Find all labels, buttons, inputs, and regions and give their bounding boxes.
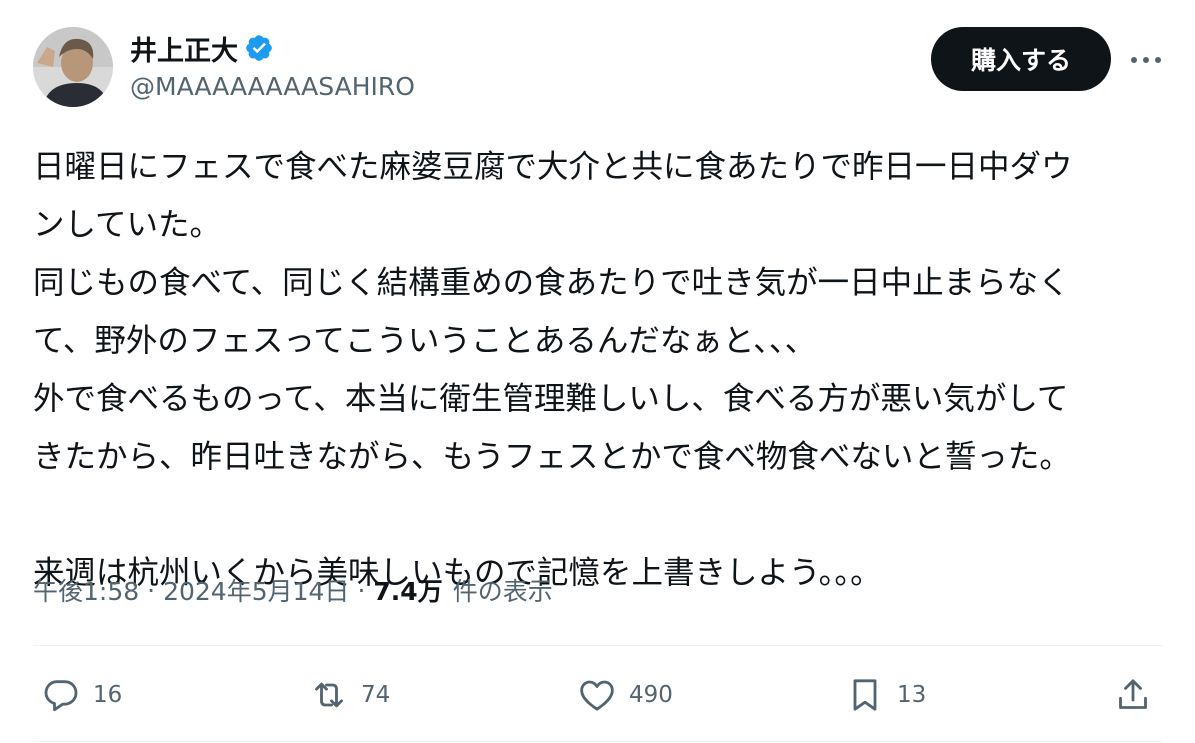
like-count: 490 [629,682,673,708]
share-icon [1119,679,1147,709]
buy-button[interactable]: 購入する [931,27,1111,91]
tweet-line: 外で食べるものって、本当に衛生管理難しいし、食べる方が悪い気がして [33,381,1069,417]
share-button[interactable] [1113,665,1153,725]
tweet-line: ンしていた。 [33,207,222,243]
retweet-button[interactable]: 74 [309,665,390,725]
like-button[interactable]: 490 [577,665,673,725]
tweet-line: 同じもの食べて、同じく結構重めの食あたりで吐き気が一日中止まらなく [33,265,1070,301]
tweet-line: 日曜日にフェスで食べた麻婆豆腐で大介と共に食あたりで昨日一日中ダウ [33,149,1073,185]
views-label: 件の表示 [452,577,553,606]
heart-icon [580,680,614,711]
views-count: 7.4万 [373,577,443,606]
tweet-text: 日曜日にフェスで食べた麻婆豆腐で大介と共に食あたりで昨日一日中ダウ ンしていた。… [33,138,1173,602]
divider [33,741,1163,742]
avatar-image [33,27,113,107]
tweet-line: きたから、昨日吐きながら、もうフェスとかで食べ物食べないと誓った。 [33,439,1071,475]
meta-separator: · [357,575,366,605]
tweet-line: て、野外のフェスってこういうことあるんだなぁと、、、 [33,323,817,359]
bookmark-button[interactable]: 13 [845,665,926,725]
tweet-time[interactable]: 午後1:58 [33,572,139,608]
reply-count: 16 [93,682,123,708]
action-bar: 16 74 490 13 [33,665,1163,725]
divider [33,645,1163,646]
verified-badge-icon [244,33,274,63]
reply-button[interactable]: 16 [41,665,122,725]
retweet-icon [315,682,343,708]
bookmark-icon [853,679,877,711]
tweet-meta: 午後1:58 · 2024年5月14日 · 7.4万 件の表示 [33,568,553,612]
bookmark-count: 13 [897,682,927,708]
avatar[interactable] [33,27,113,107]
author-name-row[interactable]: 井上正大 [130,29,274,68]
reply-icon [44,680,78,712]
more-horizontal-icon [1131,57,1161,63]
author-handle[interactable]: @MAAAAAAAASAHIRO [130,72,415,101]
author-display-name[interactable]: 井上正大 [130,29,238,68]
meta-separator: · [147,575,156,605]
more-button[interactable] [1124,40,1168,80]
tweet-date[interactable]: 2024年5月14日 [163,572,349,608]
retweet-count: 74 [361,682,391,708]
